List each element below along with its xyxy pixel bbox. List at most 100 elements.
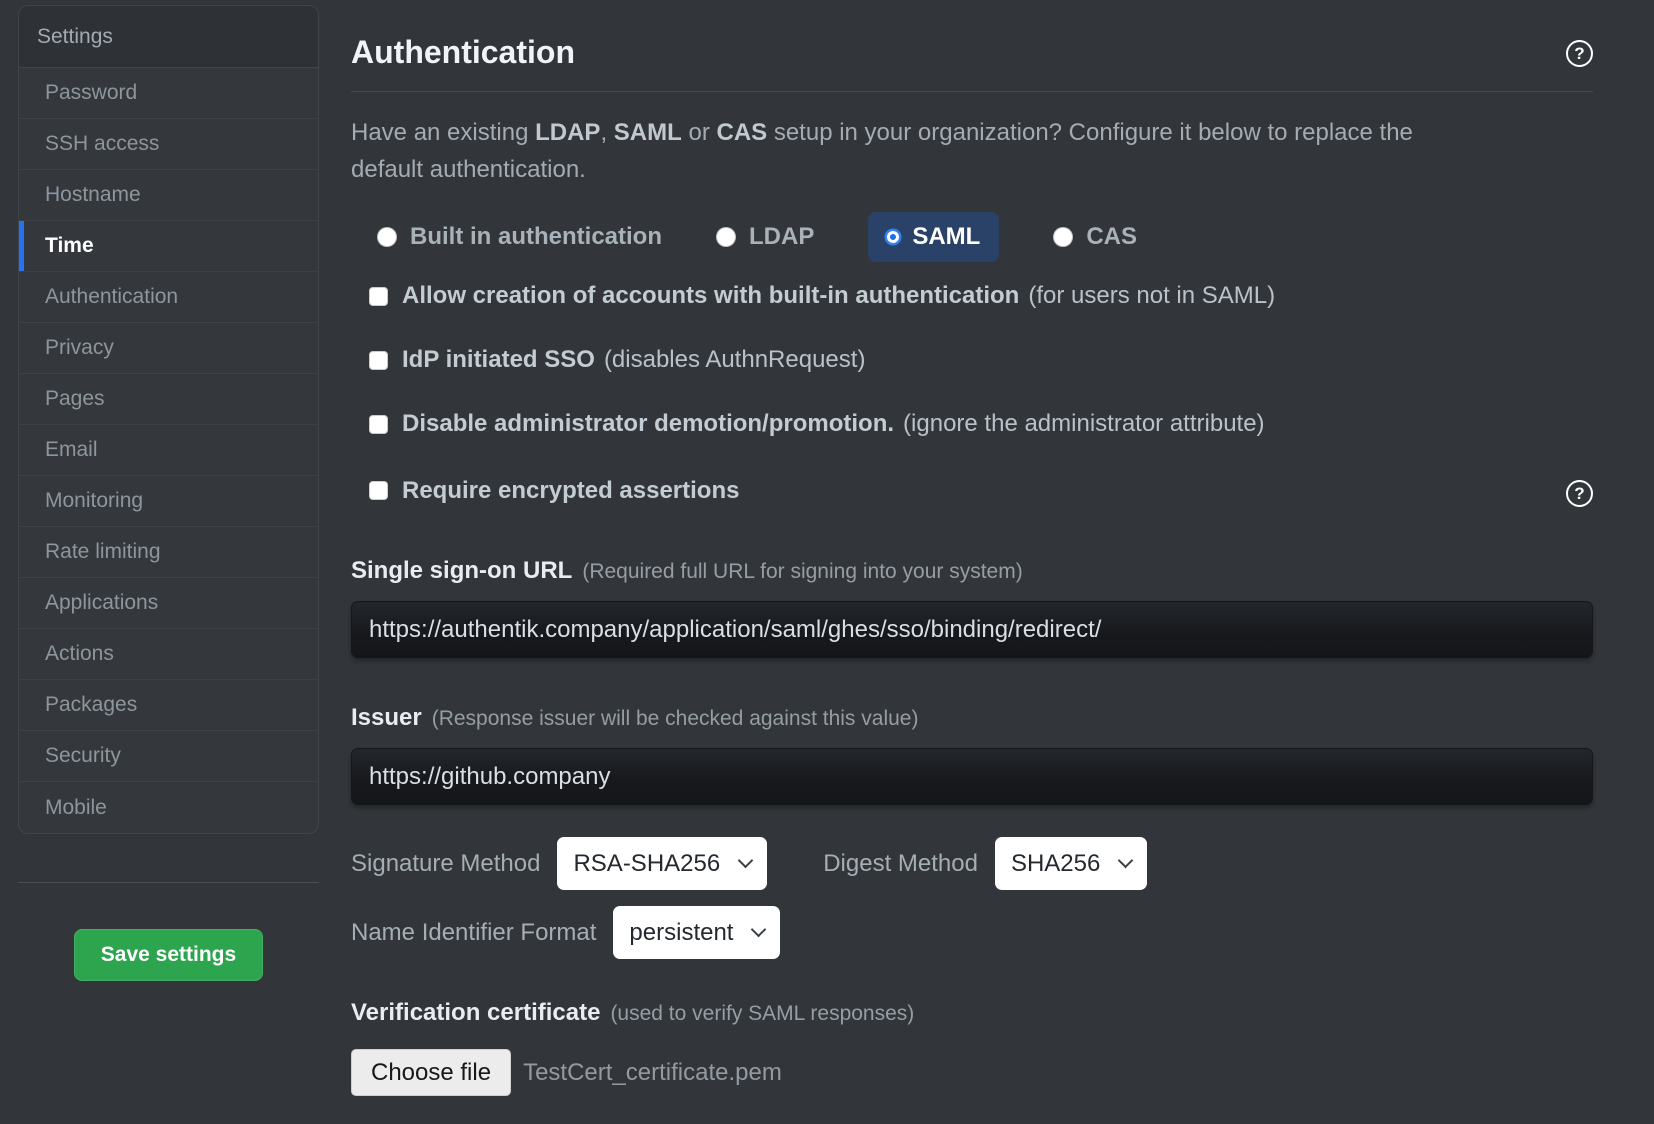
selected-value: SHA256: [1011, 850, 1100, 878]
sidebar-item-hostname[interactable]: Hostname: [19, 170, 318, 221]
checkbox-disable-admin-demotion[interactable]: Disable administrator demotion/promotion…: [369, 410, 1593, 438]
sidebar-item-ssh-access[interactable]: SSH access: [19, 119, 318, 170]
sidebar-item-rate-limiting[interactable]: Rate limiting: [19, 527, 318, 578]
sso-url-label: Single sign-on URL (Required full URL for…: [351, 557, 1593, 585]
checkbox-label-note: (for users not in SAML): [1028, 282, 1275, 309]
signature-method-select[interactable]: RSA-SHA256: [557, 837, 767, 890]
sidebar-item-privacy[interactable]: Privacy: [19, 323, 318, 374]
name-identifier-format-select[interactable]: persistent: [613, 906, 780, 959]
field-label-note: (used to verify SAML responses): [610, 1002, 914, 1025]
radio-ldap[interactable]: LDAP: [716, 223, 814, 251]
authentication-settings-main: Authentication ? Have an existing LDAP, …: [351, 0, 1593, 1096]
sidebar-item-monitoring[interactable]: Monitoring: [19, 476, 318, 527]
checkbox-allow-builtin-accounts[interactable]: Allow creation of accounts with built-in…: [369, 282, 1593, 310]
field-label-main: Verification certificate: [351, 999, 600, 1026]
radio-cas[interactable]: CAS: [1053, 223, 1137, 251]
intro-part: or: [682, 119, 717, 146]
title-divider: [351, 91, 1593, 92]
certificate-file-row: Choose file TestCert_certificate.pem: [351, 1049, 1593, 1096]
checkbox-label-note: (ignore the administrator attribute): [903, 410, 1265, 437]
settings-nav-panel: Settings Password SSH access Hostname Ti…: [18, 5, 319, 834]
sidebar-item-security[interactable]: Security: [19, 731, 318, 782]
sidebar-item-mobile[interactable]: Mobile: [19, 782, 318, 833]
radio-saml[interactable]: SAML: [868, 212, 999, 262]
radio-label: Built in authentication: [410, 223, 662, 251]
name-identifier-row: Name Identifier Format persistent: [351, 906, 1593, 959]
help-icon[interactable]: ?: [1566, 480, 1593, 507]
sso-url-field: Single sign-on URL (Required full URL for…: [351, 557, 1593, 658]
name-identifier-format-label: Name Identifier Format: [351, 919, 596, 947]
checkbox-label-main: Disable administrator demotion/promotion…: [402, 410, 894, 437]
signature-digest-row: Signature Method RSA-SHA256 Digest Metho…: [351, 837, 1593, 890]
checkbox-row-with-help: Require encrypted assertions ?: [369, 474, 1593, 507]
selected-value: persistent: [629, 919, 733, 947]
checkbox-icon[interactable]: [369, 481, 388, 500]
intro-part: ,: [600, 119, 613, 146]
radio-built-in-authentication[interactable]: Built in authentication: [377, 223, 662, 251]
intro-part: Have an existing: [351, 119, 535, 146]
checkbox-label: Require encrypted assertions: [402, 477, 748, 505]
intro-cas: CAS: [716, 119, 767, 146]
verification-certificate-field: Verification certificate (used to verify …: [351, 999, 1593, 1096]
verification-certificate-label: Verification certificate (used to verify …: [351, 999, 1593, 1027]
sidebar-item-password[interactable]: Password: [19, 68, 318, 119]
sidebar-item-authentication[interactable]: Authentication: [19, 272, 318, 323]
issuer-field: Issuer (Response issuer will be checked a…: [351, 704, 1593, 805]
checkbox-icon[interactable]: [369, 351, 388, 370]
help-icon[interactable]: ?: [1566, 40, 1593, 67]
intro-saml: SAML: [614, 119, 682, 146]
field-label-main: Issuer: [351, 704, 422, 731]
checkbox-label-main: Require encrypted assertions: [402, 477, 739, 504]
digest-method-select[interactable]: SHA256: [995, 837, 1147, 890]
sidebar-item-time[interactable]: Time: [19, 221, 318, 272]
checkbox-icon[interactable]: [369, 415, 388, 434]
checkbox-label: Allow creation of accounts with built-in…: [402, 282, 1275, 310]
save-settings-button[interactable]: Save settings: [74, 929, 263, 981]
sidebar-nav: Password SSH access Hostname Time Authen…: [19, 68, 318, 833]
checkbox-label: IdP initiated SSO (disables AuthnRequest): [402, 346, 865, 374]
intro-ldap: LDAP: [535, 119, 600, 146]
checkbox-icon[interactable]: [369, 287, 388, 306]
radio-label: LDAP: [749, 223, 814, 251]
intro-text: Have an existing LDAP, SAML or CAS setup…: [351, 114, 1456, 188]
radio-unselected-icon[interactable]: [716, 227, 736, 247]
radio-label: CAS: [1086, 223, 1137, 251]
chevron-down-icon: [751, 922, 767, 938]
checkbox-label-main: IdP initiated SSO: [402, 346, 595, 373]
checkbox-label: Disable administrator demotion/promotion…: [402, 410, 1265, 438]
help-icon-glyph: ?: [1574, 484, 1584, 504]
sidebar-divider: [18, 882, 319, 883]
management-console-page: Settings Password SSH access Hostname Ti…: [0, 0, 1654, 1124]
chevron-down-icon: [1118, 853, 1134, 869]
saml-option-checkboxes: Allow creation of accounts with built-in…: [369, 282, 1593, 507]
checkbox-label-note: (disables AuthnRequest): [604, 346, 866, 373]
selected-file-name: TestCert_certificate.pem: [523, 1059, 782, 1087]
field-label-note: (Response issuer will be checked against…: [432, 707, 919, 730]
checkbox-idp-initiated-sso[interactable]: IdP initiated SSO (disables AuthnRequest): [369, 346, 1593, 374]
settings-sidebar: Settings Password SSH access Hostname Ti…: [18, 5, 319, 981]
issuer-label: Issuer (Response issuer will be checked a…: [351, 704, 1593, 732]
field-label-main: Single sign-on URL: [351, 557, 572, 584]
sidebar-item-email[interactable]: Email: [19, 425, 318, 476]
radio-label: SAML: [912, 223, 980, 251]
sidebar-item-actions[interactable]: Actions: [19, 629, 318, 680]
sidebar-item-pages[interactable]: Pages: [19, 374, 318, 425]
field-label-note: (Required full URL for signing into your…: [582, 560, 1022, 583]
issuer-input[interactable]: [351, 748, 1593, 805]
radio-selected-icon[interactable]: [887, 231, 899, 243]
sso-url-input[interactable]: [351, 601, 1593, 658]
chevron-down-icon: [738, 853, 754, 869]
sidebar-title: Settings: [19, 6, 318, 68]
auth-method-radio-group: Built in authentication LDAP SAML CAS: [377, 212, 1593, 262]
sidebar-item-applications[interactable]: Applications: [19, 578, 318, 629]
radio-unselected-icon[interactable]: [377, 227, 397, 247]
choose-file-button[interactable]: Choose file: [351, 1049, 511, 1096]
checkbox-require-encrypted-assertions[interactable]: Require encrypted assertions: [369, 477, 748, 505]
sidebar-item-packages[interactable]: Packages: [19, 680, 318, 731]
radio-unselected-icon[interactable]: [1053, 227, 1073, 247]
digest-method-label: Digest Method: [823, 850, 978, 878]
title-row: Authentication ?: [351, 34, 1593, 71]
help-icon-glyph: ?: [1574, 44, 1584, 64]
selected-value: RSA-SHA256: [573, 850, 720, 878]
checkbox-label-main: Allow creation of accounts with built-in…: [402, 282, 1019, 309]
